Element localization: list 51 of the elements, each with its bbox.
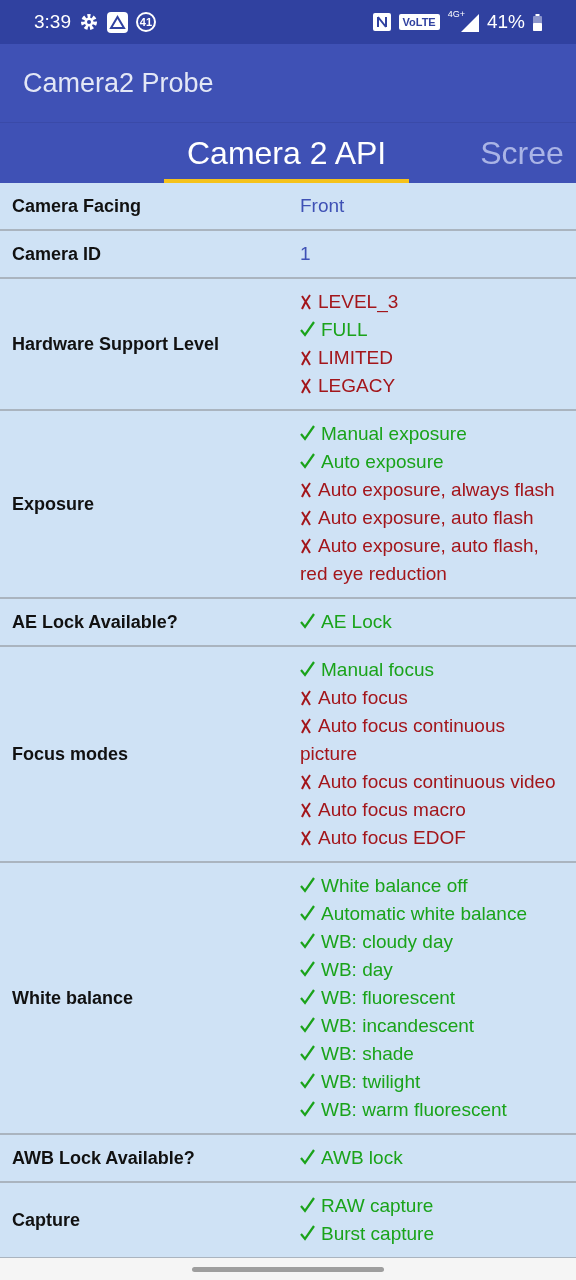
feature-item: Auto exposure, auto flash [300, 504, 562, 532]
app-title: Camera2 Probe [23, 67, 214, 99]
feature-item: Manual focus [300, 656, 562, 684]
feature-item: Auto focus continuous picture [300, 714, 506, 766]
feature-item: WB: cloudy day [300, 928, 562, 956]
feature-item: Auto focus EDOF [300, 824, 562, 852]
battery-percent: 41% [486, 11, 525, 33]
feature-item: WB: incandescent [300, 1012, 562, 1040]
feature-item: Auto exposure, always flash [300, 476, 562, 504]
nfc-icon [372, 13, 391, 31]
feature-item: LEVEL_3 [300, 288, 562, 316]
property-label: White balance [11, 987, 135, 1009]
feature-item: LEGACY [300, 372, 562, 400]
feature-item: Auto exposure [300, 448, 562, 476]
property-label: Capture [11, 1209, 81, 1231]
property-label: Exposure [11, 493, 96, 515]
property-label: AE Lock Available? [11, 611, 179, 633]
property-label: Focus modes [11, 743, 130, 765]
feature-item: WB: fluorescent [300, 984, 562, 1012]
feature-item: WB: twilight [300, 1068, 562, 1096]
tab[interactable]: Camera 2 API [164, 123, 410, 183]
feature-item: RAW capture [300, 1192, 562, 1220]
feature-item: Auto focus macro [300, 796, 562, 824]
feature-item: Auto focus continuous video [300, 768, 562, 796]
app-icon [107, 11, 128, 33]
feature-item: FULL [300, 316, 562, 344]
property-label: Camera Facing [11, 195, 143, 217]
feature-item: AWB lock [300, 1144, 562, 1172]
property-label: AWB Lock Available? [11, 1147, 196, 1169]
feature-item: Manual exposure [300, 420, 562, 448]
feature-item: WB: shade [300, 1040, 562, 1068]
property-value: Front [299, 195, 346, 217]
feature-item: Burst capture [300, 1220, 562, 1248]
property-label: Camera ID [11, 243, 103, 265]
notification-count: 41 [136, 12, 156, 32]
feature-item: Automatic white balance [300, 900, 562, 928]
volte-badge: VoLTE [398, 14, 440, 30]
feature-item: Auto exposure, auto flash, red eye reduction [300, 534, 540, 586]
feature-item: AE Lock [300, 608, 562, 636]
property-label: Hardware Support Level [11, 333, 221, 355]
gear-icon [79, 12, 99, 32]
clock: 3:39 [34, 11, 71, 33]
property-value: 1 [299, 243, 312, 265]
battery-icon [533, 13, 542, 31]
feature-item: LIMITED [300, 344, 562, 372]
feature-item: WB: warm fluorescent [300, 1096, 562, 1124]
home-handle[interactable] [192, 1266, 384, 1272]
network-type: 4G+ [447, 9, 465, 19]
feature-item: WB: day [300, 956, 562, 984]
feature-item: Auto focus [300, 684, 562, 712]
feature-item: White balance off [300, 872, 562, 900]
